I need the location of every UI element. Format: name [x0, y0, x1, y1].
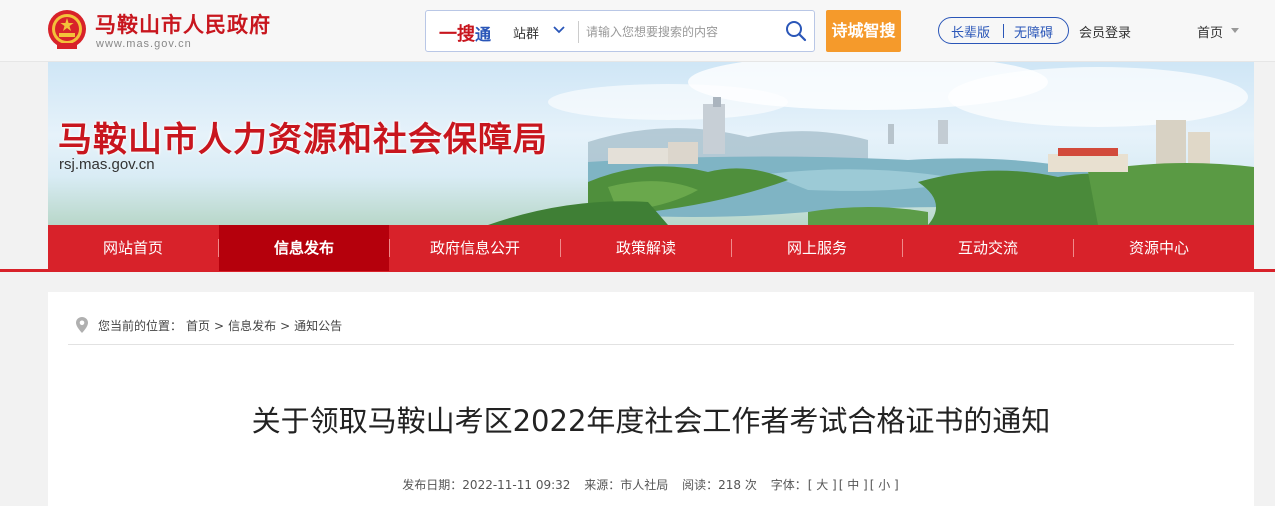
search-icon[interactable] — [784, 19, 808, 43]
caret-down-icon[interactable] — [1231, 28, 1239, 33]
main-nav: 网站首页 信息发布 政府信息公开 政策解读 网上服务 互动交流 资源中心 — [48, 225, 1254, 271]
breadcrumb-divider — [68, 344, 1234, 345]
breadcrumb-notices[interactable]: 通知公告 — [294, 319, 342, 333]
site-url: www.mas.gov.cn — [96, 38, 192, 50]
search-input[interactable] — [586, 19, 776, 45]
smart-search-button[interactable]: 诗城智搜 — [826, 10, 901, 52]
article-card: 您当前的位置： 首页 > 信息发布 > 通知公告 关于领取马鞍山考区2022年度社会工作者… — [48, 292, 1254, 506]
article-title: 关于领取马鞍山考区2022年度社会工作者考试合格证书的通知 — [251, 404, 1051, 438]
top-bar: 马鞍山市人民政府 www.mas.gov.cn 一搜通 站群 诗城智搜 长辈版 … — [0, 0, 1275, 62]
publish-date-value: 2022-11-11 09:32 — [462, 478, 571, 492]
nav-item-home[interactable]: 网站首页 — [48, 225, 218, 271]
nav-item-policy[interactable]: 政策解读 — [561, 225, 731, 271]
font-small-button[interactable]: [ 小 ] — [870, 478, 899, 492]
breadcrumb-info-release[interactable]: 信息发布 — [228, 319, 276, 333]
search-box: 一搜通 站群 — [425, 10, 815, 52]
nav-item-interaction[interactable]: 互动交流 — [903, 225, 1073, 271]
breadcrumb-separator: > — [280, 319, 291, 333]
breadcrumb-home[interactable]: 首页 — [186, 319, 210, 333]
view-count: 阅读：218 次 — [682, 478, 757, 492]
article-source: 来源：市人社局 — [584, 478, 668, 492]
search-brand-part2: 通 — [475, 25, 492, 44]
font-medium-button[interactable]: [ 中 ] — [839, 478, 868, 492]
location-pin-icon — [76, 317, 88, 333]
nav-item-resources[interactable]: 资源中心 — [1074, 225, 1244, 271]
breadcrumb: 您当前的位置： 首页 > 信息发布 > 通知公告 — [98, 317, 346, 334]
breadcrumb-prefix: 您当前的位置： — [98, 319, 183, 333]
views-value: 218 次 — [718, 478, 757, 492]
publish-date-label: 发布日期： — [402, 478, 463, 492]
breadcrumb-separator: > — [214, 319, 225, 333]
site-name[interactable]: 马鞍山市人民政府 — [95, 9, 271, 39]
pill-divider — [1003, 24, 1004, 38]
search-scope-select[interactable]: 站群 — [513, 23, 539, 42]
national-emblem-icon — [48, 10, 86, 49]
home-dropdown[interactable]: 首页 — [1197, 22, 1223, 41]
barrier-free-link[interactable]: 无障碍 — [1014, 22, 1053, 41]
font-large-button[interactable]: [ 大 ] — [808, 478, 837, 492]
nav-item-online-service[interactable]: 网上服务 — [732, 225, 902, 271]
search-brand-part1: 一搜 — [439, 24, 475, 45]
source-value: 市人社局 — [620, 478, 669, 492]
chevron-down-icon[interactable] — [552, 23, 566, 37]
source-label: 来源： — [584, 478, 621, 492]
publish-date: 发布日期：2022-11-11 09:32 — [402, 478, 570, 492]
accessibility-pill: 长辈版 无障碍 — [938, 17, 1069, 44]
article-meta: 发布日期：2022-11-11 09:32 来源：市人社局 阅读：218 次 字… — [48, 476, 1254, 493]
search-divider — [578, 21, 579, 43]
nav-item-gov-info[interactable]: 政府信息公开 — [390, 225, 560, 271]
nav-item-info-release[interactable]: 信息发布 — [219, 225, 389, 271]
search-brand: 一搜通 — [439, 20, 491, 46]
elder-mode-link[interactable]: 长辈版 — [951, 22, 990, 41]
font-size-label: 字体： — [770, 478, 807, 492]
font-size-controls: 字体：[ 大 ][ 中 ][ 小 ] — [771, 478, 900, 492]
department-url: rsj.mas.gov.cn — [59, 156, 155, 173]
views-label: 阅读： — [682, 478, 719, 492]
department-banner: 马鞍山市人力资源和社会保障局 rsj.mas.gov.cn — [48, 62, 1254, 225]
department-title: 马鞍山市人力资源和社会保障局 — [58, 120, 548, 160]
member-login-link[interactable]: 会员登录 — [1079, 22, 1131, 41]
